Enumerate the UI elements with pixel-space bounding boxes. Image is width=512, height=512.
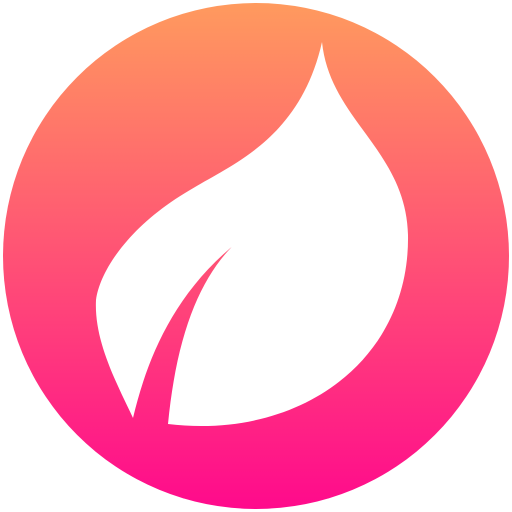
app-logo [0,0,512,512]
logo-artwork [3,3,509,509]
